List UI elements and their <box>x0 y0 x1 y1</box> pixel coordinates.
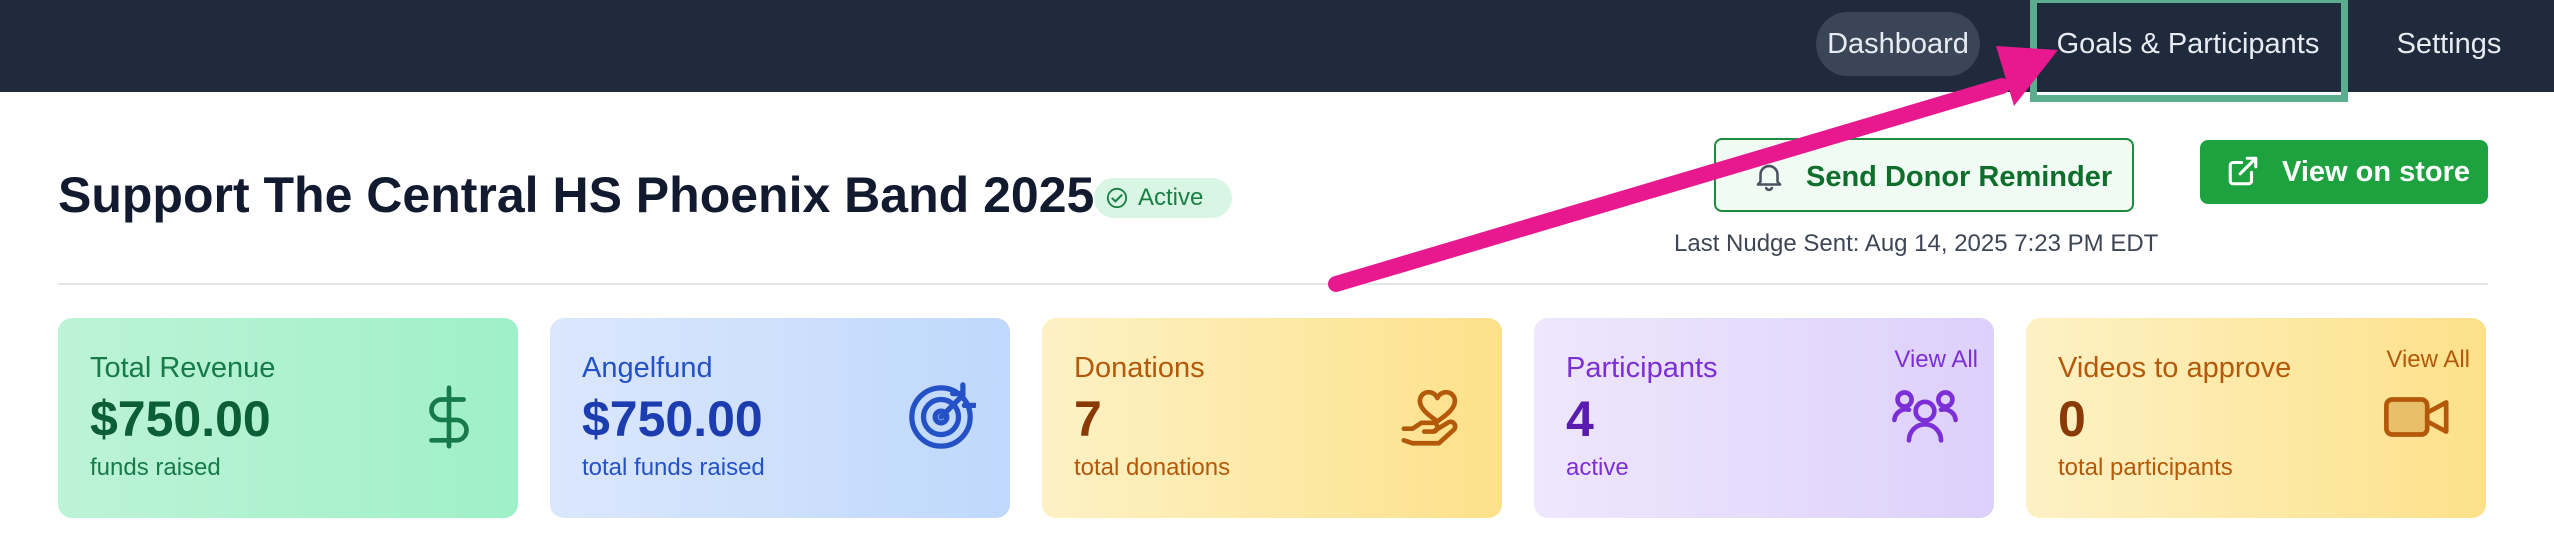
card-value: $750.00 <box>90 391 271 447</box>
status-badge: Active <box>1094 178 1232 218</box>
target-icon <box>909 382 976 449</box>
card-value: 0 <box>2058 391 2086 447</box>
view-all-link[interactable]: View All <box>2386 346 2470 374</box>
highlight-box <box>2030 0 2348 102</box>
view-all-link[interactable]: View All <box>1894 346 1978 374</box>
card-title: Participants <box>1566 352 1718 384</box>
check-circle-icon <box>1106 187 1128 209</box>
bell-icon <box>1756 164 1782 192</box>
video-icon <box>2384 397 2449 437</box>
status-badge-label: Active <box>1138 184 1204 211</box>
card-title: Angelfund <box>582 352 713 384</box>
nav-dashboard[interactable]: Dashboard <box>1816 12 1980 76</box>
view-on-store-label: View on store <box>2282 156 2471 188</box>
card-subtitle: total donations <box>1074 454 1231 481</box>
card-value: 7 <box>1074 391 1102 447</box>
card-title: Total Revenue <box>90 352 276 384</box>
send-donor-reminder-label: Send Donor Reminder <box>1806 161 2113 193</box>
card-subtitle: active <box>1566 454 1629 481</box>
send-donor-reminder-button[interactable]: Send Donor Reminder <box>1714 138 2134 212</box>
videos-to-approve-card: Videos to approve View All 0 total parti… <box>2026 318 2486 518</box>
donations-card: Donations 7 total donations <box>1042 318 1502 518</box>
card-subtitle: funds raised <box>90 454 221 481</box>
dollar-icon <box>429 385 469 449</box>
card-subtitle: total funds raised <box>582 454 765 481</box>
nav-settings[interactable]: Settings <box>2364 12 2534 76</box>
last-nudge-text: Last Nudge Sent: Aug 14, 2025 7:23 PM ED… <box>1674 230 2159 257</box>
external-link-icon <box>2228 156 2258 186</box>
hand-heart-icon <box>1401 389 1458 446</box>
participants-card: Participants View All 4 active <box>1534 318 1994 518</box>
page-title: Support The Central HS Phoenix Band 2025 <box>58 167 1095 223</box>
angelfund-card: Angelfund $750.00 total funds raised <box>550 318 1010 518</box>
card-title: Videos to approve <box>2058 352 2292 384</box>
total-revenue-card: Total Revenue $750.00 funds raised <box>58 318 518 518</box>
view-on-store-button[interactable]: View on store <box>2200 140 2488 204</box>
card-subtitle: total participants <box>2058 454 2233 481</box>
divider <box>58 283 2488 285</box>
users-icon <box>1892 390 1958 443</box>
card-value: $750.00 <box>582 391 763 447</box>
card-title: Donations <box>1074 352 1205 384</box>
card-value: 4 <box>1566 391 1594 447</box>
